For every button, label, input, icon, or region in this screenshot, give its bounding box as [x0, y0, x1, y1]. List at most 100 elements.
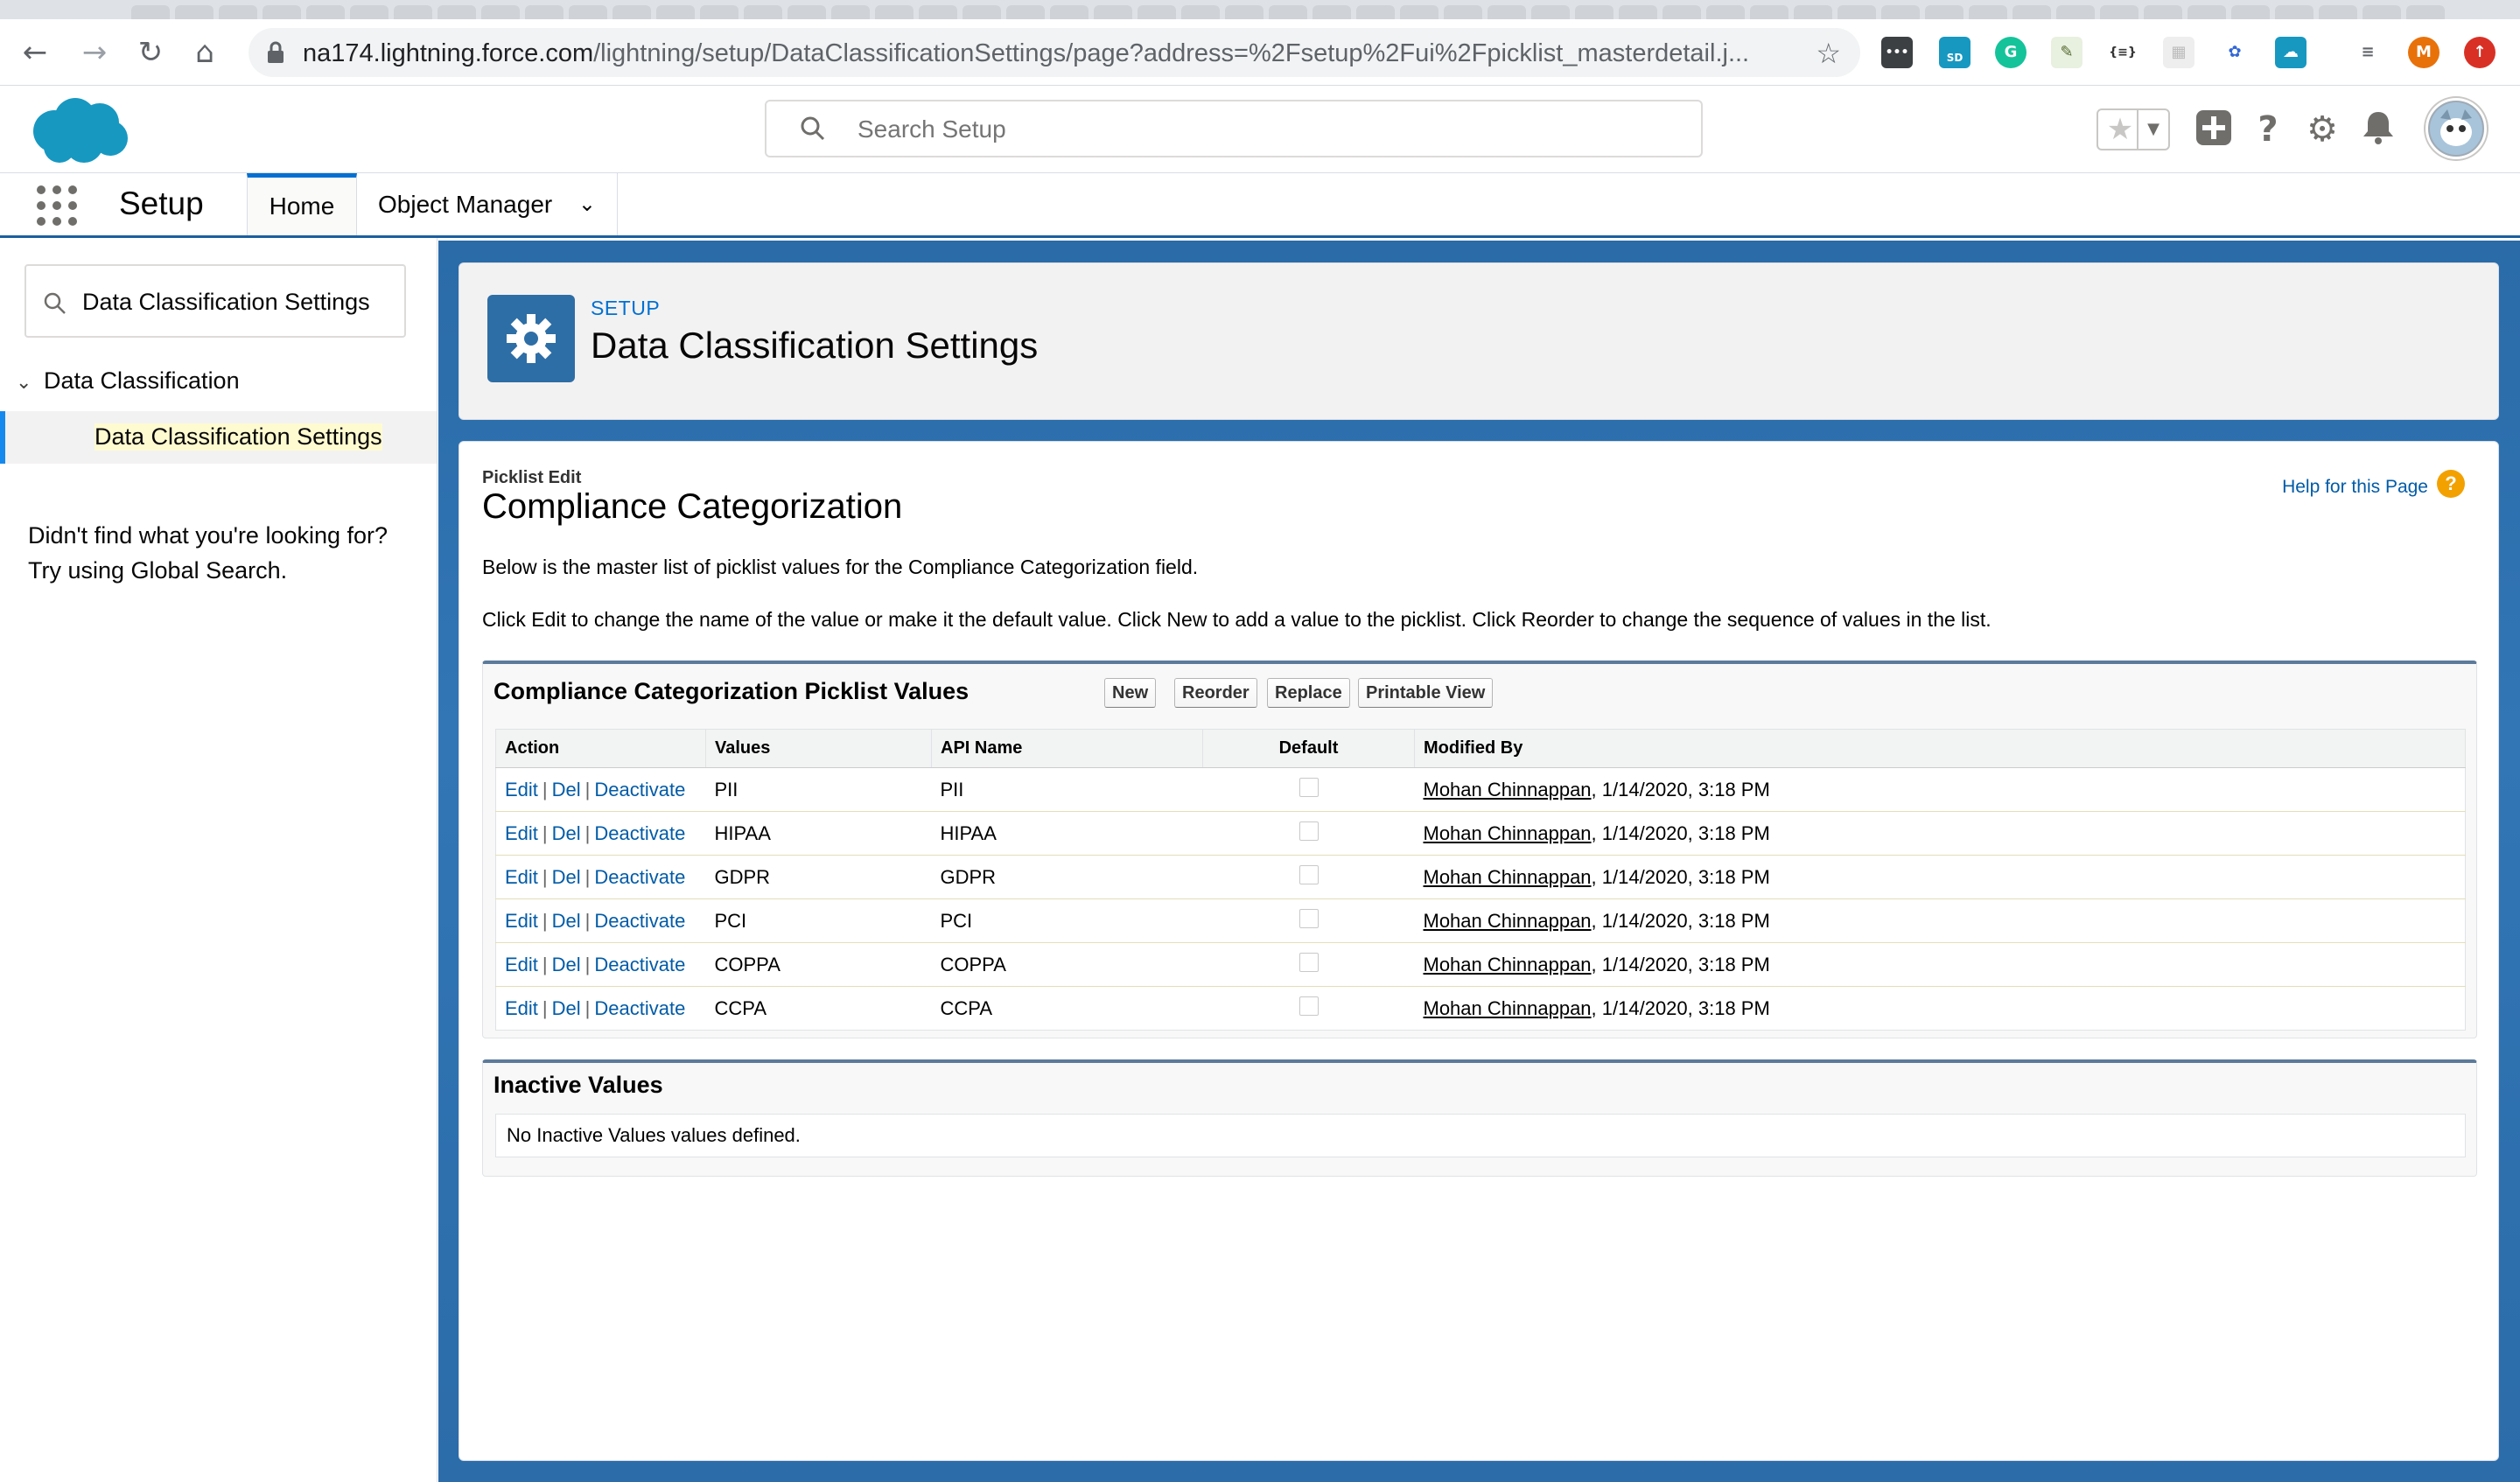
app-launcher-icon[interactable]	[37, 185, 79, 227]
api-name-cell: GDPR	[931, 855, 1203, 899]
action-separator: |	[584, 909, 591, 932]
default-checkbox	[1298, 821, 1319, 841]
tab-object-manager[interactable]: Object Manager ⌄	[359, 173, 618, 235]
tab-home[interactable]: Home	[247, 173, 357, 235]
page-header: SETUP Data Classification Settings	[458, 262, 2499, 420]
modified-by-user-link[interactable]: Mohan Chinnappan	[1424, 779, 1592, 800]
profile-avatar[interactable]: M	[2408, 37, 2440, 68]
edit-link[interactable]: Edit	[505, 910, 538, 932]
chevron-down-icon[interactable]: ⌄	[16, 372, 44, 394]
del-link[interactable]: Del	[552, 954, 581, 975]
modified-by-user-link[interactable]: Mohan Chinnappan	[1424, 997, 1592, 1019]
default-cell	[1202, 942, 1415, 987]
action-separator: |	[542, 953, 548, 975]
extension-cloud-check-icon[interactable]: ☁	[2275, 37, 2306, 68]
modified-by-user-link[interactable]: Mohan Chinnappan	[1424, 822, 1592, 844]
edit-link[interactable]: Edit	[505, 866, 538, 888]
action-cell: Edit | Del | Deactivate	[496, 987, 706, 1031]
user-avatar[interactable]	[2426, 98, 2487, 159]
chevron-down-icon[interactable]: ⌄	[578, 173, 596, 235]
media-queue-icon[interactable]: ≡	[2352, 37, 2384, 68]
column-header-action: Action	[495, 729, 706, 768]
favorites-button[interactable]: ★ ▼	[2096, 108, 2170, 150]
edit-link[interactable]: Edit	[505, 954, 538, 975]
grammarly-icon[interactable]: G	[1995, 37, 2026, 68]
del-link[interactable]: Del	[552, 822, 581, 844]
del-link[interactable]: Del	[552, 779, 581, 800]
picklist-kicker: Picklist Edit	[482, 468, 582, 487]
value-cell: COPPA	[705, 942, 932, 987]
table-row: Edit | Del | Deactivate COPPA COPPA Mohan Chinn…	[495, 942, 2466, 987]
help-for-this-page-link[interactable]: Help for this Page	[2282, 477, 2428, 498]
json-braces-icon[interactable]: {≡}	[2107, 37, 2138, 68]
update-alert-icon[interactable]: ↑	[2464, 37, 2496, 68]
favorite-star-icon[interactable]: ★	[2102, 110, 2138, 149]
modified-by-user-link[interactable]: Mohan Chinnappan	[1424, 954, 1592, 975]
question-icon[interactable]: ?	[2247, 108, 2289, 150]
extension-sd-icon[interactable]: SD	[1939, 37, 1970, 68]
gear-icon[interactable]: ⚙	[2301, 108, 2343, 150]
page-title: Data Classification Settings	[591, 325, 1039, 366]
action-cell: Edit | Del | Deactivate	[495, 898, 706, 943]
deactivate-link[interactable]: Deactivate	[594, 954, 685, 975]
favorites-dropdown-icon[interactable]: ▼	[2137, 110, 2168, 149]
modified-by-user-link[interactable]: Mohan Chinnappan	[1424, 910, 1592, 932]
address-bar[interactable]: na174.lightning.force.com/lightning/setu…	[248, 28, 1860, 77]
action-cell: Edit | Del | Deactivate	[495, 767, 706, 812]
hint-line-2: Try using Global Search.	[28, 557, 288, 584]
app-name: Setup	[119, 185, 204, 221]
bell-icon[interactable]	[2357, 108, 2399, 150]
deactivate-link[interactable]: Deactivate	[594, 779, 685, 800]
extension-grid-icon[interactable]: ▦	[2163, 37, 2194, 68]
column-header-values: Values	[705, 729, 932, 768]
printable-view-button[interactable]: Printable View	[1358, 678, 1494, 708]
tree-node-data-classification-settings[interactable]: Data Classification Settings	[0, 411, 437, 464]
new-button[interactable]: New	[1104, 678, 1157, 708]
action-separator: |	[542, 821, 548, 844]
modified-by-user-link[interactable]: Mohan Chinnappan	[1424, 866, 1592, 888]
deactivate-link[interactable]: Deactivate	[594, 910, 685, 932]
reload-icon[interactable]: ↻	[131, 33, 170, 72]
action-cell: Edit | Del | Deactivate	[495, 855, 706, 899]
home-icon[interactable]: ⌂	[186, 33, 224, 72]
del-link[interactable]: Del	[552, 997, 581, 1019]
extension-dots-icon[interactable]: •••	[1881, 37, 1913, 68]
default-checkbox	[1298, 952, 1319, 972]
deactivate-link[interactable]: Deactivate	[594, 866, 685, 888]
forward-arrow-icon[interactable]: →	[75, 33, 114, 72]
del-link[interactable]: Del	[552, 910, 581, 932]
tree-node-label-selected: Data Classification Settings	[94, 423, 382, 451]
quick-find-box[interactable]	[24, 264, 406, 338]
reorder-button[interactable]: Reorder	[1174, 678, 1257, 708]
replace-button[interactable]: Replace	[1267, 678, 1350, 708]
value-cell: PII	[705, 767, 932, 812]
api-name-cell: CCPA	[940, 996, 993, 1019]
plus-icon[interactable]	[2193, 108, 2235, 150]
modified-by-cell: Mohan Chinnappan, 1/14/2020, 3:18 PM	[1414, 855, 2466, 899]
extension-puzzle-icon[interactable]: ✎	[2051, 37, 2082, 68]
edit-link[interactable]: Edit	[505, 779, 538, 800]
deactivate-link[interactable]: Deactivate	[594, 997, 685, 1019]
edit-link[interactable]: Edit	[505, 822, 538, 844]
quick-find-input[interactable]	[82, 285, 397, 318]
bookmark-star-icon[interactable]: ☆	[1816, 37, 1841, 70]
help-question-icon[interactable]: ?	[2437, 470, 2465, 498]
browser-toolbar: ← → ↻ ⌂ na174.lightning.force.com/lightn…	[0, 19, 2520, 86]
modified-at-text: , 1/14/2020, 3:18 PM	[1591, 953, 1770, 975]
table-row: Edit | Del | Deactivate GDPR GDPR Mohan Chinnap…	[495, 855, 2466, 899]
extension-flower-icon[interactable]: ✿	[2219, 37, 2250, 68]
picklist-values-block: Compliance Categorization Picklist Value…	[482, 661, 2477, 1038]
browser-tab-strip[interactable]	[0, 0, 2520, 19]
tree-node-label: Data Classification	[44, 367, 240, 394]
table-row: Edit | Del | Deactivate PCI PCI Mohan Chinnappa…	[495, 898, 2466, 943]
salesforce-logo[interactable]	[26, 93, 131, 166]
global-search-box[interactable]	[765, 100, 1703, 157]
del-link[interactable]: Del	[552, 866, 581, 888]
back-arrow-icon[interactable]: ←	[16, 33, 54, 72]
description-instructions: Click Edit to change the name of the val…	[482, 608, 1992, 631]
action-separator: |	[542, 996, 548, 1019]
search-setup-input[interactable]	[858, 112, 1645, 147]
tree-node-data-classification[interactable]: ⌄ Data Classification	[16, 367, 240, 395]
edit-link[interactable]: Edit	[505, 997, 538, 1019]
deactivate-link[interactable]: Deactivate	[594, 822, 685, 844]
